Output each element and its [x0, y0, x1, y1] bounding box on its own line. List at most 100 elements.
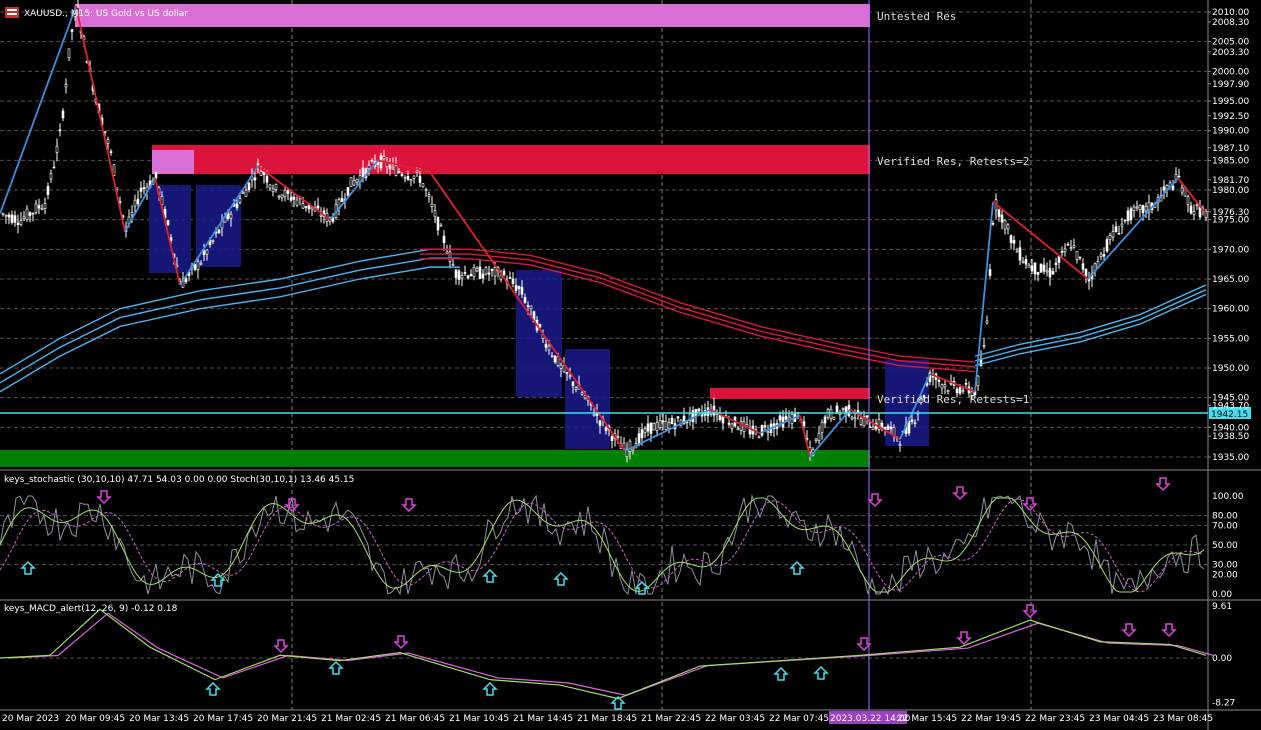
candle-body	[556, 356, 560, 366]
candle-body	[34, 203, 38, 213]
candle-body	[109, 151, 113, 153]
candle-body	[571, 381, 575, 387]
candle-body	[469, 274, 473, 277]
candle-body	[412, 175, 416, 179]
candle-body	[241, 192, 245, 194]
price-scale-label: 1980.00	[1212, 186, 1249, 196]
candle-body	[1171, 185, 1175, 190]
candle-body	[1003, 220, 1007, 230]
time-axis-label: 21 Mar 02:45	[321, 714, 381, 724]
price-scale-label: 1935.00	[1212, 453, 1249, 463]
candle-body	[283, 189, 287, 198]
candle-body	[778, 415, 782, 421]
candle-body	[274, 183, 278, 190]
price-scale-label: 2005.00	[1212, 38, 1249, 48]
price-scale-label: 1995.00	[1212, 97, 1249, 107]
time-axis-label: 20 Mar 17:45	[193, 714, 253, 724]
candle-body	[502, 270, 506, 276]
candle-body	[1030, 265, 1034, 272]
candle-body	[1066, 244, 1070, 246]
candle-body	[487, 272, 491, 275]
candle-body	[436, 216, 440, 231]
candle-body	[547, 345, 551, 351]
stoch-scale-label: 0.00	[1212, 590, 1232, 600]
time-axis-label: 20 Mar 2023	[2, 714, 59, 724]
candle-body	[649, 422, 653, 434]
candle-body	[430, 203, 434, 207]
candle-body	[610, 436, 614, 442]
candle-body	[655, 422, 659, 431]
candle-body	[526, 305, 530, 307]
candle-body	[61, 110, 65, 119]
candle-body	[661, 420, 665, 423]
candle-body	[256, 163, 260, 166]
price-scale-label: 2010.00	[1212, 8, 1249, 18]
candle-body	[193, 264, 197, 270]
candle-body	[70, 29, 74, 32]
time-axis-label: 22 Mar 15:45	[897, 714, 957, 724]
candle-body	[1042, 264, 1046, 272]
time-axis-label: 21 Mar 18:45	[577, 714, 637, 724]
candle-body	[598, 420, 602, 426]
candle-body	[382, 156, 386, 160]
candle-body	[514, 285, 518, 291]
candle-body	[289, 197, 293, 201]
candle-body	[25, 208, 29, 220]
price-scale-label: 2008.30	[1212, 18, 1249, 28]
price-scale-label: 1985.00	[1212, 156, 1249, 166]
candle-body	[1099, 253, 1103, 257]
candle-body	[346, 187, 350, 197]
stoch-scale-label: 80.00	[1212, 512, 1238, 522]
stochastic-label: keys_stochastic (30,10,10) 47.71 54.03 0…	[4, 475, 354, 485]
candle-body	[4, 214, 8, 217]
candle-body	[418, 175, 422, 183]
candle-body	[16, 222, 20, 225]
candle-body	[946, 390, 950, 392]
candle-body	[553, 355, 557, 363]
candle-body	[247, 182, 251, 191]
candle-body	[139, 187, 143, 192]
candle-body	[106, 139, 110, 144]
candle-body	[136, 198, 140, 205]
candle-body	[271, 188, 275, 192]
time-axis-label: 22 Mar 19:45	[961, 714, 1021, 724]
candle-body	[1024, 259, 1028, 265]
candle-body	[1186, 196, 1190, 205]
candle-body	[667, 422, 671, 429]
candle-body	[166, 220, 170, 226]
candle-body	[10, 214, 14, 223]
chart-menu-icon-bar	[7, 9, 17, 11]
candle-body	[268, 184, 272, 189]
time-axis-label: 22 Mar 07:45	[769, 714, 829, 724]
chart-menu-icon[interactable]	[5, 7, 19, 18]
chart-menu-icon-bar	[7, 13, 17, 15]
verified-res-zone-2	[152, 145, 870, 174]
candle-body	[235, 203, 239, 209]
candle-body	[937, 380, 941, 383]
candle-body	[406, 176, 410, 180]
candle-body	[481, 273, 485, 279]
candle-body	[580, 392, 584, 395]
candle-body	[871, 426, 875, 430]
candle-body	[445, 251, 449, 254]
chart-title: XAUUSD., M15: US Gold vs US dollar	[24, 9, 188, 19]
candle-body	[523, 297, 527, 303]
candle-body	[1120, 223, 1124, 227]
candle-body	[316, 205, 320, 209]
current-price-label: 1942.15	[1211, 410, 1248, 420]
candle-body	[55, 145, 59, 153]
candle-body	[1054, 262, 1058, 265]
trading-chart[interactable]: Untested Res Verified Res, Retests=2 Ver…	[0, 0, 1261, 730]
candle-body	[394, 165, 398, 176]
time-axis-label: 20 Mar 21:45	[257, 714, 317, 724]
price-scale-label: 1981.70	[1212, 176, 1249, 186]
candle-body	[760, 425, 764, 436]
candle-body	[802, 421, 806, 427]
candle-body	[604, 427, 608, 432]
candle-body	[37, 205, 41, 209]
candle-body	[1078, 256, 1082, 259]
candle-body	[1141, 205, 1145, 214]
price-scale-label: 1955.00	[1212, 334, 1249, 344]
candle-body	[454, 269, 458, 278]
untested-res-zone	[75, 4, 870, 27]
